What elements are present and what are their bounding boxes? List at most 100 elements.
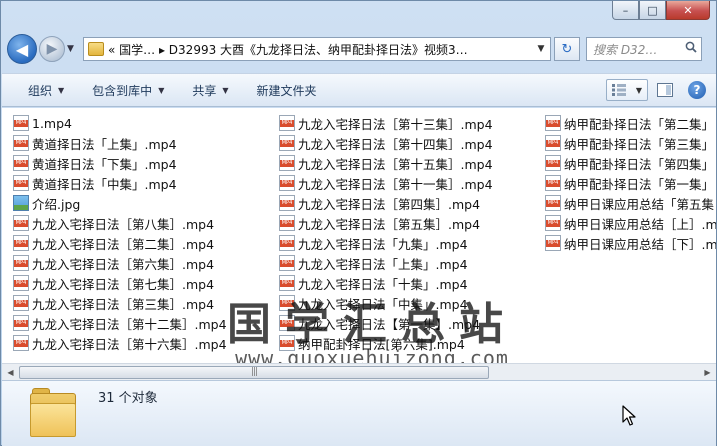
file-name: 九龙入宅择日法［第五集］.mp4: [298, 216, 481, 232]
file-name: 纳甲配卦择日法「第四集」: [564, 156, 715, 172]
share-menu[interactable]: 共享 ▼: [178, 77, 242, 103]
video-file-icon: [545, 175, 561, 191]
video-file-icon: [279, 235, 295, 251]
change-view-button[interactable]: ▼: [606, 79, 648, 101]
navigation-bar: ◀ ▶ ▼ « 国学… ▸ D32993 大酉《九龙择日法、纳甲配卦择日法》视频…: [7, 31, 712, 67]
file-item[interactable]: 纳甲日课应用总结「第五集: [545, 193, 716, 213]
scroll-right-button[interactable]: ▶: [699, 364, 716, 380]
new-folder-button[interactable]: 新建文件夹: [243, 77, 331, 103]
scroll-thumb[interactable]: |||: [19, 365, 489, 379]
video-file-icon: [279, 275, 295, 291]
chevron-down-icon: ▼: [58, 85, 65, 95]
maximize-button[interactable]: □: [639, 1, 666, 20]
file-item[interactable]: 九龙入宅择日法［第十一集］.mp4: [279, 173, 543, 193]
back-arrow-icon: ◀: [15, 39, 29, 59]
search-box[interactable]: 搜索 D32…: [586, 37, 702, 61]
address-breadcrumb[interactable]: « 国学… ▸ D32993 大酉《九龙择日法、纳甲配卦择日法》视频3…: [108, 41, 532, 58]
chevron-down-icon: ▼: [222, 85, 229, 95]
search-input[interactable]: 搜索 D32…: [593, 41, 681, 58]
file-name: 纳甲配卦择日法[第六集].mp4: [298, 336, 465, 352]
caption-buttons: – □ ✕: [612, 1, 710, 23]
video-file-icon: [279, 335, 295, 351]
file-name: 黄道择日法「下集」.mp4: [32, 156, 177, 172]
address-dropdown-icon[interactable]: ▼: [532, 44, 550, 54]
new-folder-label: 新建文件夹: [256, 83, 317, 98]
search-icon[interactable]: [681, 41, 701, 57]
file-item[interactable]: 九龙入宅择日法［第七集］.mp4: [13, 273, 275, 293]
file-name: 纳甲配卦择日法「第二集」: [564, 116, 715, 132]
organize-menu[interactable]: 组织 ▼: [2, 77, 78, 103]
file-name: 纳甲日课应用总结［上］.m: [564, 216, 716, 232]
video-file-icon: [545, 135, 561, 151]
file-name: 九龙入宅择日法「十集」.mp4: [298, 276, 468, 292]
video-file-icon: [279, 315, 295, 331]
help-button[interactable]: ?: [688, 81, 706, 99]
file-item[interactable]: 黄道择日法「中集」.mp4: [13, 173, 275, 193]
file-item[interactable]: 九龙入宅择日法［第十六集］.mp4: [13, 333, 275, 353]
file-item[interactable]: 黄道择日法「上集」.mp4: [13, 133, 275, 153]
file-item[interactable]: 黄道择日法「下集」.mp4: [13, 153, 275, 173]
file-item[interactable]: 九龙入宅择日法「十集」.mp4: [279, 273, 543, 293]
file-item[interactable]: 九龙入宅择日法［第十二集］.mp4: [13, 313, 275, 333]
organize-label: 组织: [28, 83, 53, 98]
chevron-right-icon: ▶: [704, 367, 711, 377]
file-item[interactable]: 九龙入宅择日法［第五集］.mp4: [279, 213, 543, 233]
file-item[interactable]: 纳甲日课应用总结［上］.m: [545, 213, 716, 233]
address-bar[interactable]: « 国学… ▸ D32993 大酉《九龙择日法、纳甲配卦择日法》视频3… ▼: [83, 37, 551, 61]
horizontal-scrollbar[interactable]: ◀ ||| ▶: [2, 363, 716, 380]
file-item[interactable]: 九龙入宅择日法［第十五集］.mp4: [279, 153, 543, 173]
file-item[interactable]: 纳甲配卦择日法「第三集」: [545, 133, 716, 153]
file-name: 介绍.jpg: [32, 196, 81, 212]
refresh-button[interactable]: ↻: [554, 37, 580, 61]
back-button[interactable]: ◀: [7, 34, 37, 64]
recent-pages-dropdown[interactable]: ▼: [67, 44, 79, 54]
file-item[interactable]: 九龙入宅择日法［第二集］.mp4: [13, 233, 275, 253]
details-pane: 31 个对象: [2, 380, 716, 446]
video-file-icon: [13, 315, 29, 331]
file-item[interactable]: 纳甲配卦择日法「第四集」: [545, 153, 716, 173]
forward-button[interactable]: ▶: [39, 36, 65, 62]
scroll-left-button[interactable]: ◀: [2, 364, 19, 380]
help-icon: ?: [693, 83, 701, 97]
command-bar: 组织 ▼ 包含到库中 ▼ 共享 ▼ 新建文件夹 ▼ ?: [2, 73, 716, 107]
file-item[interactable]: 九龙入宅择日法［第六集］.mp4: [13, 253, 275, 273]
file-item[interactable]: 1.mp4: [13, 113, 275, 133]
file-item[interactable]: 九龙入宅择日法「中集」.mp4: [279, 293, 543, 313]
file-name: 1.mp4: [32, 115, 72, 131]
file-column: 纳甲配卦择日法「第二集」纳甲配卦择日法「第三集」纳甲配卦择日法「第四集」纳甲配卦…: [545, 113, 716, 253]
file-item[interactable]: 九龙入宅择日法［第十三集］.mp4: [279, 113, 543, 133]
file-name: 九龙入宅择日法［第二集］.mp4: [32, 236, 215, 252]
view-list-icon: [611, 84, 626, 96]
preview-pane-button[interactable]: [652, 79, 678, 101]
file-column: 1.mp4 黄道择日法「上集」.mp4 黄道择日法「下集」.mp4 黄道择日法「中集」…: [13, 113, 275, 353]
file-item[interactable]: 九龙入宅择日法［第八集］.mp4: [13, 213, 275, 233]
include-in-library-label: 包含到库中: [92, 83, 153, 98]
file-item[interactable]: 九龙入宅择日法［第十四集］.mp4: [279, 133, 543, 153]
minimize-button[interactable]: –: [612, 1, 639, 20]
file-name: 九龙入宅择日法［第七集］.mp4: [32, 276, 215, 292]
file-item[interactable]: 介绍.jpg: [13, 193, 275, 213]
mouse-cursor-icon: [622, 405, 636, 426]
file-name: 九龙入宅择日法「九集」.mp4: [298, 236, 468, 252]
file-item[interactable]: 九龙入宅择日法【第一集】.mp4: [279, 313, 543, 333]
scroll-track[interactable]: |||: [19, 365, 699, 380]
video-file-icon: [13, 215, 29, 231]
file-item[interactable]: 纳甲配卦择日法[第六集].mp4: [279, 333, 543, 353]
file-name: 九龙入宅择日法［第十六集］.mp4: [32, 336, 227, 352]
file-item[interactable]: 纳甲配卦择日法「第二集」: [545, 113, 716, 133]
video-file-icon: [13, 155, 29, 171]
file-item[interactable]: 纳甲配卦择日法「第一集」: [545, 173, 716, 193]
file-item[interactable]: 九龙入宅择日法「九集」.mp4: [279, 233, 543, 253]
chevron-down-icon[interactable]: ▼: [636, 86, 642, 95]
file-name: 九龙入宅择日法【第一集】.mp4: [298, 316, 481, 332]
video-file-icon: [545, 215, 561, 231]
toolbar-right: ▼ ?: [606, 79, 716, 101]
file-item[interactable]: 九龙入宅择日法［第三集］.mp4: [13, 293, 275, 313]
file-name: 黄道择日法「中集」.mp4: [32, 176, 177, 192]
file-item[interactable]: 纳甲日课应用总结［下］.m: [545, 233, 716, 253]
file-item[interactable]: 九龙入宅择日法「上集」.mp4: [279, 253, 543, 273]
close-button[interactable]: ✕: [666, 1, 710, 20]
file-item[interactable]: 九龙入宅择日法［第四集］.mp4: [279, 193, 543, 213]
include-in-library-menu[interactable]: 包含到库中 ▼: [78, 77, 178, 103]
explorer-window: – □ ✕ ◀ ▶ ▼ « 国学… ▸ D32993 大酉《九龙择日法、纳甲配卦…: [0, 0, 717, 446]
